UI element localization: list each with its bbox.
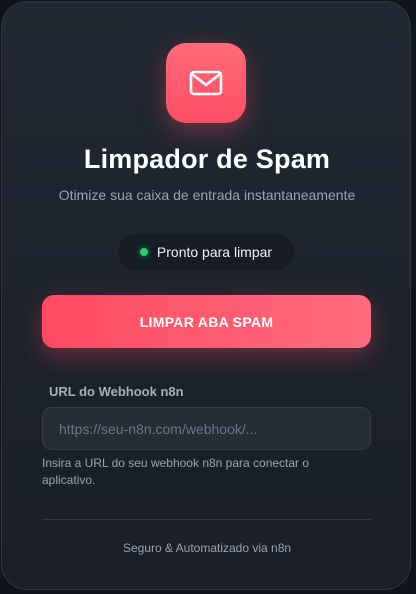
footer-text: Seguro & Automatizado via n8n [122, 541, 292, 555]
webhook-url-hint: Insira a URL do seu webhook n8n para con… [42, 456, 310, 487]
mail-icon [166, 43, 246, 123]
clean-spam-button[interactable]: LIMPAR ABA SPAM [42, 295, 371, 348]
mail-icon-glyph [189, 70, 223, 96]
status-badge: Pronto para limpar [118, 234, 294, 270]
status-dot-icon [139, 248, 148, 256]
webhook-url-input[interactable] [42, 407, 371, 450]
divider [42, 519, 371, 520]
webhook-url-label: URL do Webhook n8n [49, 384, 184, 399]
page-subtitle: Otimize sua caixa de entrada instantanea… [58, 187, 356, 203]
status-text: Pronto para limpar [156, 244, 273, 260]
main-card: Limpador de Spam Otimize sua caixa de en… [1, 1, 411, 590]
page-title: Limpador de Spam [83, 144, 331, 174]
